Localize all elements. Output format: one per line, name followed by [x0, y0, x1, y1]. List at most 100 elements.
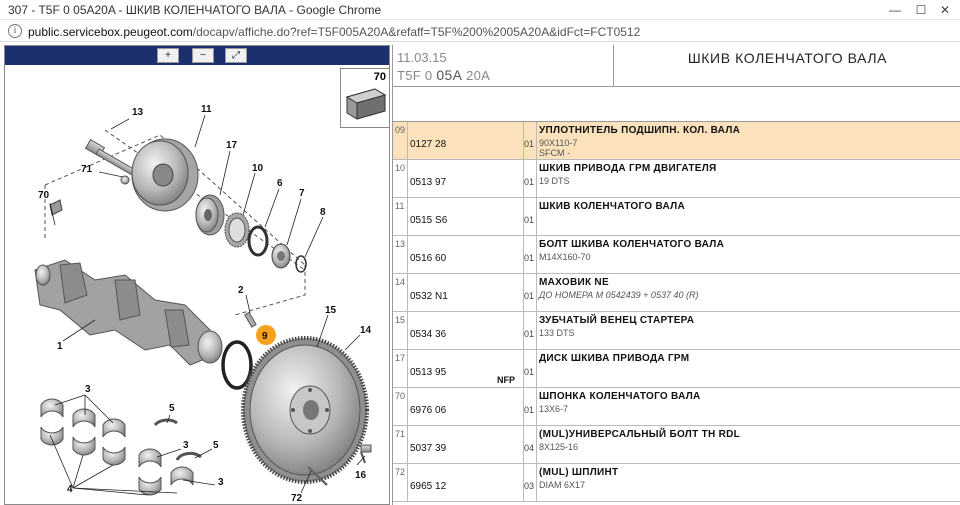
part-note: 8X125-16: [539, 442, 579, 452]
part-number[interactable]: 6976 06: [410, 405, 446, 416]
label-72: 72: [291, 493, 303, 504]
table-row[interactable]: 71 5037 39 04 (MUL)УНИВЕРСАЛЬНЫЙ БОЛТ TH RD…: [393, 426, 960, 464]
column-divider: [536, 350, 537, 388]
part-number[interactable]: 0532 N1: [410, 291, 448, 302]
column-divider: [523, 312, 524, 350]
column-divider: [407, 274, 408, 312]
part-name[interactable]: (MUL)УНИВЕРСАЛЬНЫЙ БОЛТ TH RDL: [539, 429, 740, 440]
label-3b: 3: [183, 440, 189, 451]
table-row[interactable]: 70 6976 06 01 ШПОНКА КОЛЕНЧАТОГО ВАЛА 13X6-7: [393, 388, 960, 426]
catalog-code: T5F 0 05A 20A: [397, 67, 490, 83]
part-note: M14X160-70: [539, 252, 591, 262]
column-divider: [523, 160, 524, 198]
part-name[interactable]: ЗУБЧАТЫЙ ВЕНЕЦ СТАРТЕРА: [539, 315, 694, 326]
thumbnail-number: 70: [373, 71, 386, 83]
part-number[interactable]: 0515 S6: [410, 215, 447, 226]
table-row[interactable]: 72 6965 12 03 (MUL) ШПЛИНТ DIAM 6X17: [393, 464, 960, 502]
label-3c: 3: [218, 477, 224, 488]
zoom-out-button[interactable]: −: [192, 48, 214, 63]
table-row[interactable]: 14 0532 N1 01 МАХОВИК NE ДО НОМЕРА M 0542439…: [393, 274, 960, 312]
exploded-parts-diagram: 13 11 71 17 10 6 7 8 70 2 9 1 15 14 3 5 …: [34, 104, 372, 504]
part-note: 13X6-7: [539, 404, 569, 414]
label-9: 9: [262, 331, 268, 342]
part-number[interactable]: 0534 36: [410, 329, 446, 340]
part-name[interactable]: ДИСК ШКИВА ПРИВОДА ГРМ: [539, 353, 689, 364]
label-10: 10: [252, 163, 264, 174]
part-number[interactable]: 0513 95: [410, 367, 446, 378]
part-ref: 17: [395, 353, 406, 363]
part-note: ДО НОМЕРА M 0542439 + 0537 40 (R): [539, 290, 699, 300]
part-ref: 10: [395, 163, 406, 173]
part-ref: 70: [395, 391, 406, 401]
page-content: + − ⤢ 13 11 71 17 10 6 7 8 70 2 9 1 15 1…: [0, 42, 960, 505]
label-16: 16: [355, 470, 367, 481]
seal-6: [247, 225, 269, 257]
column-divider: [523, 122, 524, 160]
part-name[interactable]: БОЛТ ШКИВА КОЛЕНЧАТОГО ВАЛА: [539, 239, 724, 250]
label-11: 11: [201, 104, 212, 115]
window-title: 307 - T5F 0 05A20A - ШКИВ КОЛЕНЧАТОГО ВА…: [8, 3, 382, 17]
close-icon[interactable]: ✕: [934, 0, 956, 20]
table-row[interactable]: 13 0516 60 01 БОЛТ ШКИВА КОЛЕНЧАТОГО ВАЛА M1…: [393, 236, 960, 274]
column-divider: [523, 464, 524, 502]
part-number[interactable]: 6965 12: [410, 481, 446, 492]
crank-pulley-11: [131, 138, 199, 212]
minimize-icon[interactable]: —: [884, 0, 906, 20]
part-note: 90X110-7: [539, 138, 578, 148]
table-row[interactable]: 17 0513 95 01 ДИСК ШКИВА ПРИВОДА ГРМ NFP: [393, 350, 960, 388]
timing-sprocket-10: [224, 212, 250, 248]
timing-disc-17: [195, 194, 225, 236]
part-qty: 01: [524, 215, 535, 225]
address-bar[interactable]: i public.servicebox.peugeot.com/docapv/a…: [0, 21, 960, 42]
part-name[interactable]: ШКИВ ПРИВОДА ГРМ ДВИГАТЕЛЯ: [539, 163, 717, 174]
part-name[interactable]: ШКИВ КОЛЕНЧАТОГО ВАЛА: [539, 201, 685, 212]
part-number[interactable]: 5037 39: [410, 443, 446, 454]
part-name[interactable]: МАХОВИК NE: [539, 277, 609, 288]
part-name[interactable]: УПЛОТНИТЕЛЬ ПОДШИПН. КОЛ. ВАЛА: [539, 125, 740, 136]
column-divider: [536, 236, 537, 274]
table-row[interactable]: 15 0534 36 01 ЗУБЧАТЫЙ ВЕНЕЦ СТАРТЕРА 133 DT…: [393, 312, 960, 350]
column-divider: [536, 198, 537, 236]
label-5b: 5: [213, 440, 219, 451]
column-divider: [536, 464, 537, 502]
column-divider: [536, 426, 537, 464]
part-number[interactable]: 0516 60: [410, 253, 446, 264]
part-note: DIAM 6X17: [539, 480, 586, 490]
header-spacer: [393, 87, 960, 122]
part-ref: 15: [395, 315, 406, 325]
column-divider: [523, 198, 524, 236]
parts-pane: 11.03.15 T5F 0 05A 20A ШКИВ КОЛЕНЧАТОГО …: [392, 45, 960, 505]
url-path: /docapv/affiche.do?ref=T5F005A20A&refaff…: [192, 25, 641, 39]
info-icon[interactable]: i: [8, 24, 22, 38]
table-row[interactable]: 09 0127 28 01 УПЛОТНИТЕЛЬ ПОДШИПН. КОЛ. ВАЛ…: [393, 122, 960, 160]
zoom-in-button[interactable]: +: [157, 48, 179, 63]
part-qty: 01: [524, 291, 535, 301]
o-ring-8: [295, 255, 307, 273]
url-text[interactable]: public.servicebox.peugeot.com/docapv/aff…: [28, 25, 640, 39]
column-divider: [536, 160, 537, 198]
part-name[interactable]: ШПОНКА КОЛЕНЧАТОГО ВАЛА: [539, 391, 701, 402]
part-number[interactable]: 0127 28: [410, 139, 446, 150]
flywheel-14: [241, 336, 369, 484]
part-qty: 01: [524, 139, 535, 149]
table-row[interactable]: 10 0513 97 01 ШКИВ ПРИВОДА ГРМ ДВИГАТЕЛЯ 19 …: [393, 160, 960, 198]
column-divider: [536, 274, 537, 312]
part-ref: 11: [395, 201, 405, 211]
page-title: ШКИВ КОЛЕНЧАТОГО ВАЛА: [687, 50, 888, 66]
label-3a: 3: [85, 384, 91, 395]
column-divider: [407, 198, 408, 236]
bolt-16: [360, 444, 372, 464]
parts-list: 09 0127 28 01 УПЛОТНИТЕЛЬ ПОДШИПН. КОЛ. ВАЛ…: [393, 122, 960, 502]
part-number[interactable]: 0513 97: [410, 177, 446, 188]
part-thumbnail[interactable]: 70: [340, 68, 390, 128]
column-divider: [407, 426, 408, 464]
maximize-icon[interactable]: ☐: [910, 0, 932, 20]
table-row[interactable]: 11 0515 S6 01 ШКИВ КОЛЕНЧАТОГО ВАЛА: [393, 198, 960, 236]
part-qty: 03: [524, 481, 535, 491]
column-divider: [407, 122, 408, 160]
part-ref: 13: [395, 239, 406, 249]
part-name[interactable]: (MUL) ШПЛИНТ: [539, 467, 618, 478]
column-divider: [523, 274, 524, 312]
column-divider: [407, 160, 408, 198]
zoom-fit-button[interactable]: ⤢: [225, 48, 247, 63]
